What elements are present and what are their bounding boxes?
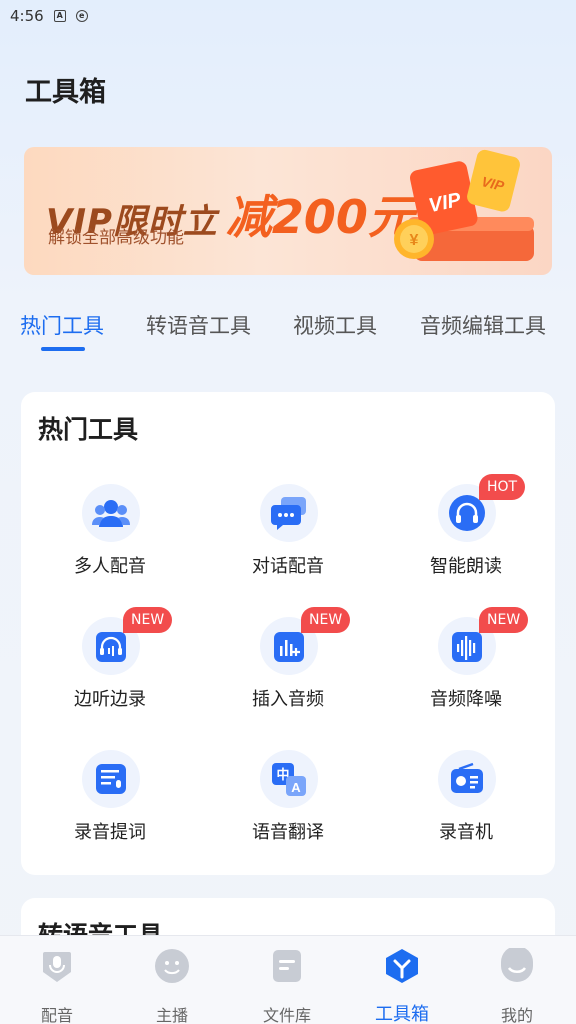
nav-label: 工具箱: [375, 1004, 429, 1024]
page-title: 工具箱: [25, 77, 106, 108]
status-time: 4:56: [10, 7, 44, 25]
svg-text:A: A: [291, 780, 301, 795]
tool-audio-denoise[interactable]: NEW 音频降噪: [377, 607, 555, 727]
tool-voice-recorder[interactable]: 录音机: [377, 750, 555, 860]
translate-icon: 中 A: [272, 763, 306, 796]
tool-dialogue-dubbing[interactable]: 对话配音: [199, 484, 377, 594]
section-title: 热门工具: [38, 415, 139, 444]
hot-tools-card: 热门工具 多人配音 对话配音 HOT 智能朗读 NEW 边听边录 NEW 插入音…: [21, 392, 555, 875]
tool-label: 音频降噪: [430, 689, 502, 710]
nav-label: 文件库: [262, 1006, 311, 1024]
chat-bubble-icon: [271, 497, 306, 530]
folder-icon: [273, 950, 301, 982]
active-tab-indicator: [41, 347, 85, 351]
nav-item-dubbing[interactable]: 配音: [17, 948, 97, 1024]
nav-item-file-library[interactable]: 文件库: [247, 948, 327, 1024]
tab-audio-edit-tools[interactable]: 音频编辑工具: [420, 310, 546, 340]
new-badge: NEW: [123, 607, 173, 633]
tab-video-tools[interactable]: 视频工具: [293, 310, 377, 340]
tool-multi-person-dubbing[interactable]: 多人配音: [21, 484, 199, 594]
tool-voice-translation[interactable]: 中 A 语音翻译: [199, 750, 377, 860]
nav-label: 主播: [155, 1006, 188, 1024]
nav-label: 我的: [500, 1006, 533, 1024]
tool-category-tabs: 热门工具 转语音工具 视频工具 音频编辑工具: [0, 310, 576, 350]
tool-listen-and-record[interactable]: NEW 边听边录: [21, 607, 199, 727]
nav-item-toolbox[interactable]: 工具箱: [362, 948, 442, 1024]
status-bar: 4:56 A e: [0, 0, 576, 32]
tool-smart-reading[interactable]: HOT 智能朗读: [377, 474, 555, 594]
tool-label: 智能朗读: [430, 556, 502, 577]
browser-notification-icon: e: [75, 10, 88, 22]
nav-label: 配音: [40, 1006, 73, 1024]
tool-insert-audio[interactable]: NEW 插入音频: [199, 607, 377, 727]
tool-label: 录音提词: [74, 822, 146, 843]
teleprompter-icon: [96, 764, 126, 794]
multi-person-icon: [92, 500, 130, 527]
new-badge: NEW: [479, 607, 529, 633]
tool-label: 对话配音: [252, 556, 324, 577]
banner-art-coin: ¥: [410, 232, 419, 249]
banner-discount-text: 减200元: [225, 190, 414, 244]
tool-label: 边听边录: [74, 689, 146, 710]
tool-label: 录音机: [439, 822, 493, 843]
profile-icon: [501, 948, 533, 982]
nav-item-anchor[interactable]: 主播: [132, 948, 212, 1024]
toolbox-icon: [386, 949, 418, 983]
tab-hot-tools[interactable]: 热门工具: [20, 310, 104, 340]
tool-recording-teleprompter[interactable]: 录音提词: [21, 750, 199, 860]
bottom-nav: 配音 主播 文件库 工具箱 我的: [0, 935, 576, 1024]
hot-badge: HOT: [479, 474, 526, 500]
mic-icon: [43, 952, 71, 982]
vip-promo-banner[interactable]: VIP限时立 减200元 解锁全部高级功能 VIP VIP ¥: [24, 147, 552, 275]
nav-item-profile[interactable]: 我的: [477, 948, 557, 1024]
keyboard-notification-icon: A: [53, 10, 66, 22]
banner-subtitle: 解锁全部高级功能: [48, 228, 184, 248]
tool-label: 语音翻译: [252, 822, 324, 843]
vip-gift-illustration-icon: VIP VIP ¥: [394, 149, 534, 261]
tool-label: 插入音频: [252, 689, 324, 710]
new-badge: NEW: [301, 607, 351, 633]
radio-recorder-icon: [451, 762, 483, 793]
tool-label: 多人配音: [74, 556, 146, 577]
smiley-icon: [155, 949, 189, 983]
tab-text-to-speech-tools[interactable]: 转语音工具: [146, 310, 251, 340]
